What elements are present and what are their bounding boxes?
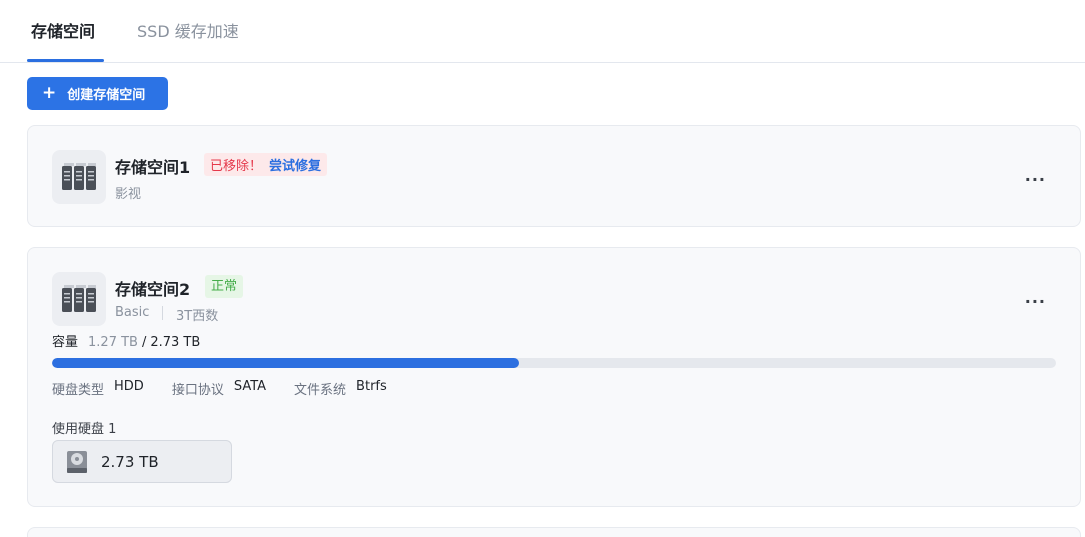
capacity-progress-fill [52, 358, 519, 368]
capacity-total: 2.73 TB [150, 335, 201, 350]
hard-disk-icon [67, 450, 87, 473]
tab-ssd-cache[interactable]: SSD 缓存加速 [137, 21, 239, 43]
storage-space-card-1: 存储空间1 已移除！ 尝试修复 影视 ... [27, 125, 1081, 227]
disk-item[interactable]: 2.73 TB [52, 440, 232, 483]
storage-space-card-3 [27, 527, 1081, 537]
property-value: Btrfs [356, 379, 387, 394]
status-error-text: 已移除！ [210, 159, 263, 174]
disk-properties: 硬盘类型 HDD 接口协议 SATA 文件系统 Btrfs [52, 379, 415, 398]
tab-bar: 存储空间 SSD 缓存加速 [0, 0, 1085, 63]
property-value: SATA [233, 379, 267, 394]
divider [162, 306, 163, 320]
raid-type: Basic [115, 305, 150, 320]
create-storage-space-button[interactable]: + 创建存储空间 [27, 77, 168, 110]
property-interface: 接口协议 SATA [172, 379, 266, 398]
capacity-separator: / [141, 335, 147, 350]
space-title: 存储空间2 [115, 280, 191, 299]
space-title: 存储空间1 [115, 158, 191, 177]
capacity-label: 容量 [52, 335, 79, 350]
repair-link[interactable]: 尝试修复 [269, 155, 321, 174]
property-key: 硬盘类型 [52, 383, 105, 398]
space-description: 影视 [115, 187, 142, 202]
property-disk-type: 硬盘类型 HDD [52, 379, 144, 398]
active-tab-indicator [27, 59, 104, 62]
space-description: 3T西数 [176, 309, 219, 324]
disk-size: 2.73 TB [101, 452, 159, 471]
nas-server-icon [52, 272, 106, 326]
create-button-label: 创建存储空间 [67, 88, 146, 103]
status-badge: 正常 [205, 275, 244, 298]
storage-space-card-2: 存储空间2 正常 Basic 3T西数 ... 容量 1.27 TB/2.73 T… [27, 247, 1081, 507]
more-menu-icon[interactable]: ... [1025, 166, 1046, 185]
status-badge: 已移除！ 尝试修复 [204, 153, 328, 176]
property-value: HDD [114, 379, 144, 394]
property-filesystem: 文件系统 Btrfs [294, 379, 387, 398]
plus-icon: + [42, 83, 57, 103]
more-menu-icon[interactable]: ... [1025, 288, 1046, 307]
capacity-progress-bar [52, 358, 1056, 368]
property-key: 文件系统 [294, 383, 347, 398]
property-key: 接口协议 [171, 383, 224, 398]
nas-server-icon [52, 150, 106, 204]
used-disks-label: 使用硬盘 1 [52, 422, 117, 437]
tab-storage-space[interactable]: 存储空间 [31, 21, 95, 43]
capacity-used: 1.27 TB [88, 335, 138, 350]
capacity-row: 容量 1.27 TB/2.73 TB [52, 331, 200, 350]
